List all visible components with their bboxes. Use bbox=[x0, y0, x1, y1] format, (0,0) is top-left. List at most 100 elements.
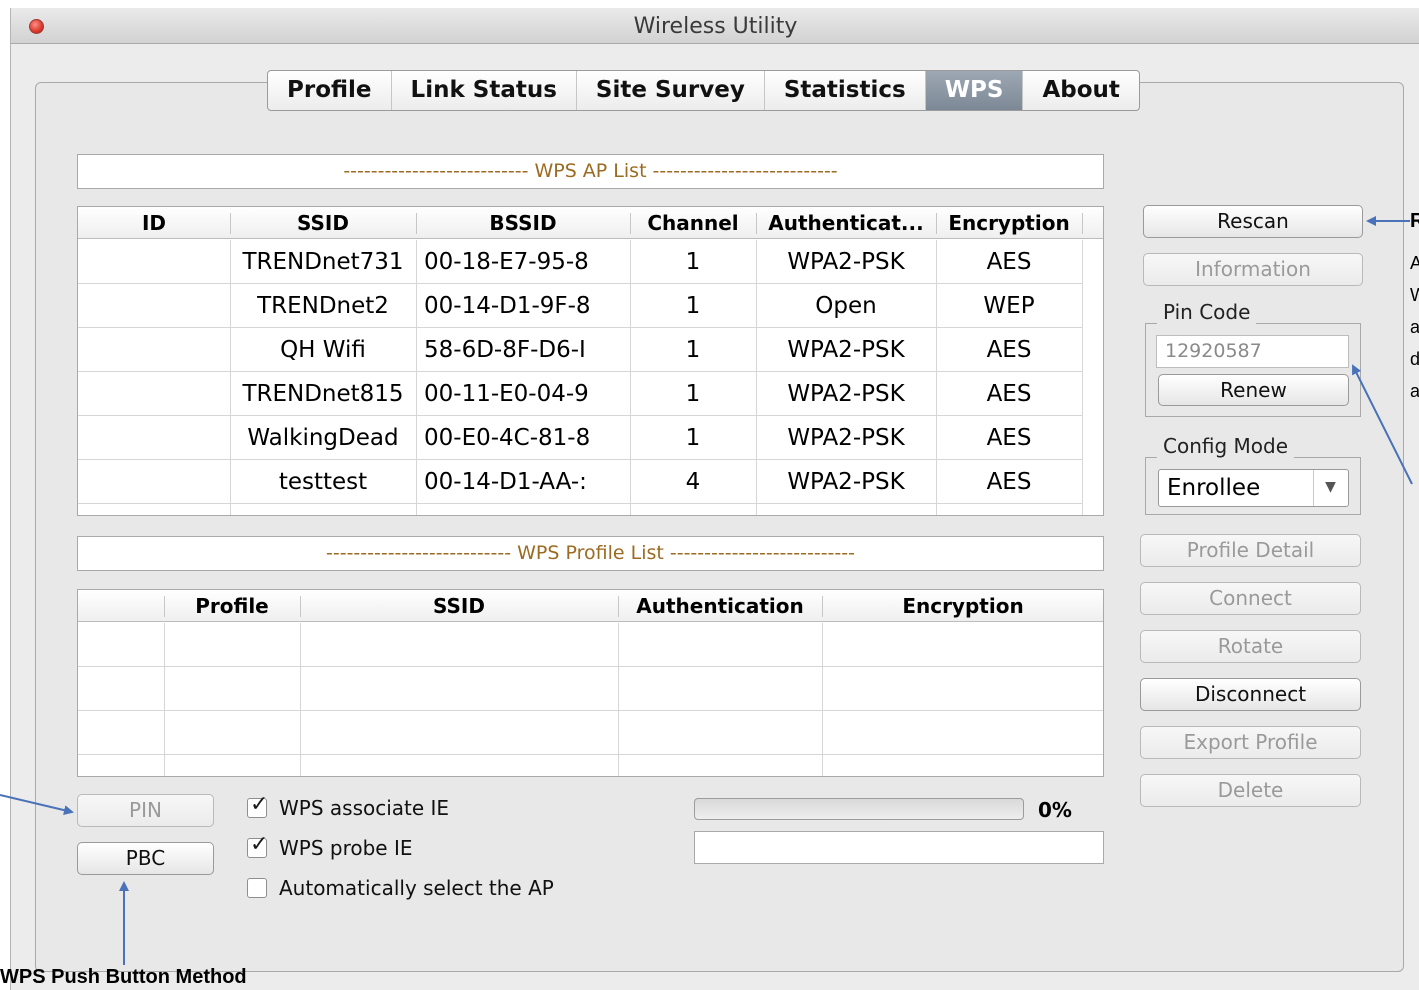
column-header-profile[interactable]: Profile bbox=[164, 590, 300, 622]
ap-cell-id[interactable] bbox=[78, 416, 230, 460]
pbc-button[interactable]: PBC bbox=[77, 842, 214, 875]
wps-probe-ie-label: WPS probe IE bbox=[279, 836, 413, 860]
tab-about[interactable]: About bbox=[1023, 71, 1138, 110]
ap-cell-enc[interactable]: AES bbox=[936, 372, 1082, 416]
ap-cell-id[interactable] bbox=[78, 328, 230, 372]
ap-cell-auth[interactable]: WPA2-PSK bbox=[756, 328, 936, 372]
wps-profile-list-table[interactable]: Profile SSID Authentication Encryption bbox=[77, 589, 1104, 777]
pin-code-label: Pin Code bbox=[1157, 300, 1257, 324]
ap-cell-bssid[interactable]: 00-E0-4C-81-8 bbox=[416, 416, 630, 460]
column-header-authentication[interactable]: Authentication bbox=[618, 590, 822, 622]
wps-ap-list-table[interactable]: ID SSID BSSID Channel Authenticat... Enc… bbox=[77, 206, 1104, 516]
title-bar: Wireless Utility bbox=[11, 8, 1419, 44]
wps-associate-ie-label: WPS associate IE bbox=[279, 796, 450, 820]
ap-cell-bssid[interactable]: 00-18-E7-95-8 bbox=[416, 240, 630, 284]
ap-cell-channel[interactable]: 4 bbox=[630, 460, 756, 504]
wps-status-field bbox=[694, 831, 1104, 864]
annotation-right-5: a bbox=[1410, 381, 1419, 401]
rescan-button[interactable]: Rescan bbox=[1143, 205, 1363, 238]
annotation-right-3: a bbox=[1410, 317, 1419, 337]
ap-cell-enc[interactable]: AES bbox=[936, 460, 1082, 504]
ap-cell-channel[interactable]: 1 bbox=[630, 240, 756, 284]
ap-cell-ssid[interactable]: WalkingDead bbox=[230, 416, 416, 460]
config-mode-separator bbox=[1313, 470, 1314, 506]
delete-button[interactable]: Delete bbox=[1140, 774, 1361, 807]
progress-percent: 0% bbox=[1038, 798, 1072, 822]
ap-cell-ssid[interactable]: testtest bbox=[230, 460, 416, 504]
ap-cell-enc[interactable]: WEP bbox=[936, 284, 1082, 328]
rotate-button[interactable]: Rotate bbox=[1140, 630, 1361, 663]
ap-cell-auth[interactable]: WPA2-PSK bbox=[756, 240, 936, 284]
column-header-id[interactable]: ID bbox=[78, 207, 230, 239]
ap-cell-channel[interactable]: 1 bbox=[630, 416, 756, 460]
tab-wps[interactable]: WPS bbox=[925, 71, 1024, 110]
ap-cell-enc[interactable]: AES bbox=[936, 416, 1082, 460]
auto-select-ap-checkbox[interactable] bbox=[247, 878, 267, 898]
tab-link-status[interactable]: Link Status bbox=[392, 71, 577, 110]
wps-associate-ie-checkbox[interactable]: ✓ bbox=[247, 792, 268, 818]
ap-cell-channel[interactable]: 1 bbox=[630, 328, 756, 372]
ap-cell-bssid[interactable]: 00-14-D1-9F-8 bbox=[416, 284, 630, 328]
ap-cell-auth[interactable]: WPA2-PSK bbox=[756, 416, 936, 460]
checkmark-icon: ✓ bbox=[250, 832, 269, 857]
wps-associate-ie-row[interactable]: ✓ WPS associate IE bbox=[247, 792, 450, 822]
tab-statistics[interactable]: Statistics bbox=[765, 71, 926, 110]
information-button[interactable]: Information bbox=[1143, 253, 1363, 286]
ap-cell-id[interactable] bbox=[78, 284, 230, 328]
ap-cell-channel[interactable]: 1 bbox=[630, 372, 756, 416]
column-divider bbox=[630, 240, 631, 515]
ap-cell-bssid[interactable]: 00-14-D1-AA-: bbox=[416, 460, 630, 504]
wps-profile-list-title: --------------------------- WPS Profile … bbox=[77, 536, 1104, 571]
column-header-blank[interactable] bbox=[78, 590, 164, 622]
wps-probe-ie-row[interactable]: ✓ WPS probe IE bbox=[247, 832, 413, 862]
column-divider bbox=[1082, 240, 1083, 515]
pin-code-field[interactable]: 12920587 bbox=[1156, 335, 1349, 368]
column-divider bbox=[230, 240, 231, 515]
profile-detail-button[interactable]: Profile Detail bbox=[1140, 534, 1361, 567]
ap-cell-bssid[interactable]: 58-6D-8F-D6-I bbox=[416, 328, 630, 372]
ap-cell-ssid[interactable]: TRENDnet731 bbox=[230, 240, 416, 284]
pin-button[interactable]: PIN bbox=[77, 794, 214, 827]
column-header-encryption[interactable]: Encryption bbox=[822, 590, 1103, 622]
tab-site-survey[interactable]: Site Survey bbox=[577, 71, 765, 110]
profile-table-header: Profile SSID Authentication Encryption bbox=[78, 590, 1103, 622]
ap-cell-enc[interactable]: AES bbox=[936, 240, 1082, 284]
ap-cell-ssid[interactable]: TRENDnet815 bbox=[230, 372, 416, 416]
annotation-right-r: R bbox=[1410, 210, 1419, 232]
wps-probe-ie-checkbox[interactable]: ✓ bbox=[247, 832, 268, 858]
column-divider bbox=[416, 240, 417, 515]
ap-cell-auth[interactable]: WPA2-PSK bbox=[756, 372, 936, 416]
ap-table-header: ID SSID BSSID Channel Authenticat... Enc… bbox=[78, 207, 1103, 239]
ap-cell-ssid[interactable]: QH Wifi bbox=[230, 328, 416, 372]
column-header-encryption[interactable]: Encryption bbox=[936, 207, 1082, 239]
connect-button[interactable]: Connect bbox=[1140, 582, 1361, 615]
ap-cell-enc[interactable]: AES bbox=[936, 328, 1082, 372]
tab-bar: Profile Link Status Site Survey Statisti… bbox=[267, 70, 1140, 111]
annotation-push-button-method: WPS Push Button Method bbox=[0, 966, 247, 988]
annotation-right-4: d bbox=[1410, 349, 1419, 369]
row-divider bbox=[78, 710, 1103, 711]
export-profile-button[interactable]: Export Profile bbox=[1140, 726, 1361, 759]
column-header-authentication[interactable]: Authenticat... bbox=[756, 207, 936, 239]
auto-select-ap-label: Automatically select the AP bbox=[279, 876, 554, 900]
ap-cell-auth[interactable]: Open bbox=[756, 284, 936, 328]
disconnect-button[interactable]: Disconnect bbox=[1140, 678, 1361, 711]
column-header-ssid[interactable]: SSID bbox=[230, 207, 416, 239]
ap-cell-id[interactable] bbox=[78, 240, 230, 284]
column-header-ssid[interactable]: SSID bbox=[300, 590, 618, 622]
wps-progress-bar bbox=[694, 798, 1024, 820]
ap-cell-bssid[interactable]: 00-11-E0-04-9 bbox=[416, 372, 630, 416]
ap-cell-id[interactable] bbox=[78, 372, 230, 416]
ap-cell-channel[interactable]: 1 bbox=[630, 284, 756, 328]
renew-button[interactable]: Renew bbox=[1158, 374, 1349, 406]
column-header-bssid[interactable]: BSSID bbox=[416, 207, 630, 239]
ap-cell-auth[interactable]: WPA2-PSK bbox=[756, 460, 936, 504]
window-title: Wireless Utility bbox=[633, 14, 798, 39]
column-divider bbox=[936, 240, 937, 515]
auto-select-ap-row[interactable]: Automatically select the AP bbox=[247, 874, 554, 902]
ap-cell-id[interactable] bbox=[78, 460, 230, 504]
ap-cell-ssid[interactable]: TRENDnet2 bbox=[230, 284, 416, 328]
column-header-channel[interactable]: Channel bbox=[630, 207, 756, 239]
chevron-down-icon[interactable]: ▼ bbox=[1318, 479, 1343, 495]
tab-profile[interactable]: Profile bbox=[268, 71, 392, 110]
